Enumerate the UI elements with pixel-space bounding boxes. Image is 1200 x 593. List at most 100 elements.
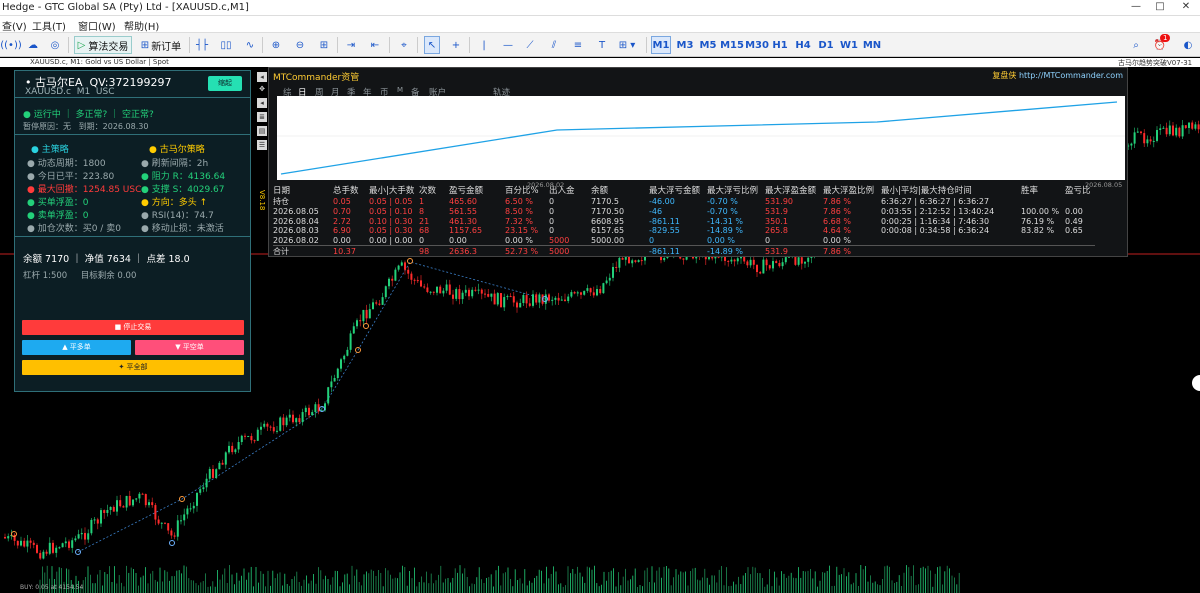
close-all-button[interactable]: ✦ 平全部 [22, 360, 244, 375]
candle-body [455, 289, 458, 299]
minimize-button[interactable]: — [1128, 1, 1144, 15]
zoom-out-icon[interactable]: ⊖ [292, 36, 308, 54]
candle-body [45, 551, 48, 554]
candle-body [621, 257, 624, 260]
main-strategy-heading: ● 主策略 [31, 145, 69, 155]
menu-help[interactable]: 帮助(H) [124, 18, 159, 33]
report-icon[interactable]: ▤ [257, 126, 267, 136]
prev-icon[interactable]: ◂ [257, 98, 267, 108]
market-icon[interactable]: ◎ [48, 36, 62, 54]
period-m15[interactable]: M15 [720, 36, 744, 54]
close-sell-button[interactable]: ▼ 平空单 [135, 340, 244, 355]
menu-view[interactable]: 查(V) [2, 18, 27, 33]
fibonacci-icon[interactable]: ≡ [570, 36, 586, 54]
add-count-row: ● 加仓次数：买0 / 卖0 [27, 224, 121, 234]
table-cell [1065, 244, 1095, 257]
bar-chart-icon[interactable]: ┤├ [194, 36, 210, 54]
cloud-icon[interactable]: ☁ [26, 36, 40, 54]
ea-collapse-button[interactable]: 缩起 [208, 76, 242, 91]
mtc-site[interactable]: 复盘侠 http://MTCommander.com [992, 70, 1123, 81]
candle-body [1175, 127, 1178, 136]
trade-marker[interactable] [169, 540, 175, 546]
vertical-line-icon[interactable]: | [476, 36, 492, 54]
candle-body [244, 435, 246, 437]
new-order-button[interactable]: ⊞ 新订单 [138, 36, 184, 54]
candle-body [442, 290, 445, 294]
shapes-dropdown-icon[interactable]: ⊞ ▾ [614, 36, 640, 54]
period-d1[interactable]: D1 [816, 36, 836, 54]
period-m5[interactable]: M5 [698, 36, 718, 54]
period-h4[interactable]: H4 [793, 36, 813, 54]
candle-body [1172, 125, 1174, 136]
column-header: 最小|平均|最大持仓时间 [881, 186, 972, 196]
table-cell: -46.00 [649, 197, 675, 206]
candle-body [16, 540, 19, 546]
maximize-button[interactable]: □ [1152, 1, 1168, 15]
period-h1[interactable]: H1 [770, 36, 790, 54]
list-icon[interactable]: ≣ [257, 112, 267, 122]
collapse-icon[interactable]: ◂ [257, 72, 267, 82]
notifications-icon[interactable]: ⏰ 1 [1150, 34, 1171, 54]
line-chart-icon[interactable]: ∿ [242, 36, 258, 54]
autoscroll-icon[interactable]: ⇥ [342, 36, 360, 54]
screenshot-icon[interactable]: ⌖ [396, 36, 412, 54]
title-bar: Hedge - GTC Global SA (Pty) Ltd - [XAUUS… [0, 0, 1200, 16]
chart-shift-icon[interactable]: ⇤ [366, 36, 384, 54]
mtc-site-url: http://MTCommander.com [1018, 71, 1123, 80]
candle-body [276, 430, 278, 432]
algo-trading-label: 算法交易 [88, 41, 129, 53]
table-cell [881, 236, 1021, 246]
move-icon[interactable]: ✥ [257, 84, 267, 94]
period-w1[interactable]: W1 [839, 36, 859, 54]
candle-chart-icon[interactable]: ▯▯ [218, 36, 234, 54]
close-buy-button[interactable]: ▲ 平多单 [22, 340, 131, 355]
chart-scroll-handle[interactable] [1192, 375, 1200, 391]
candle-body [314, 404, 317, 413]
tab-m[interactable]: M [397, 86, 403, 94]
crosshair-icon[interactable]: + [448, 36, 464, 54]
table-cell [591, 244, 649, 257]
candle-body [551, 299, 554, 301]
candle-body [240, 435, 243, 443]
table-cell: -0.70 % [707, 197, 738, 206]
refresh-row: ● 刷新间隔：2h [141, 159, 209, 169]
trade-marker[interactable] [363, 323, 369, 329]
grid-icon[interactable]: ⊞ [316, 36, 332, 54]
close-button[interactable]: ✕ [1178, 1, 1194, 15]
candle-body [458, 289, 461, 300]
settings-icon[interactable]: ☰ [257, 140, 267, 150]
menu-window[interactable]: 窗口(W) [78, 18, 116, 33]
period-m30[interactable]: M30 [745, 36, 769, 54]
cursor-icon[interactable]: ↖ [424, 36, 440, 54]
candle-body [352, 326, 355, 334]
period-m3[interactable]: M3 [675, 36, 695, 54]
menu-tools[interactable]: 工具(T) [32, 18, 66, 33]
period-m1[interactable]: M1 [651, 36, 671, 54]
search-icon[interactable]: ⌕ [1128, 36, 1144, 54]
table-cell: 0.00 [1065, 207, 1083, 217]
algo-trading-button[interactable]: ▷ 算法交易 [74, 36, 132, 54]
table-cell: 6.50 % [505, 197, 533, 206]
candle-body [1146, 139, 1149, 144]
period-mn[interactable]: MN [862, 36, 882, 54]
stop-trading-button[interactable]: ■ 停止交易 [22, 320, 244, 335]
candle-body [64, 541, 67, 544]
candle-body [285, 417, 288, 426]
table-cell [1021, 244, 1065, 257]
signal-icon[interactable]: ((•)) [0, 36, 22, 54]
candle-body [192, 505, 195, 509]
candle-body [1178, 127, 1181, 137]
account-icon[interactable]: ◐ [1180, 36, 1196, 54]
candle-body [1165, 127, 1168, 135]
trendline-icon[interactable]: ⟋ [522, 36, 538, 54]
candle-body [381, 297, 384, 305]
candle-body [87, 533, 90, 540]
sell-float-value: 卖单浮盈：0 [37, 211, 89, 221]
horizontal-line-icon[interactable]: — [500, 36, 516, 54]
text-icon[interactable]: T [594, 36, 610, 54]
candle-body [1130, 143, 1133, 146]
channel-icon[interactable]: ⫽ [546, 36, 562, 54]
zoom-in-icon[interactable]: ⊕ [268, 36, 284, 54]
candle-body [1136, 131, 1139, 133]
candle-body [253, 440, 256, 442]
